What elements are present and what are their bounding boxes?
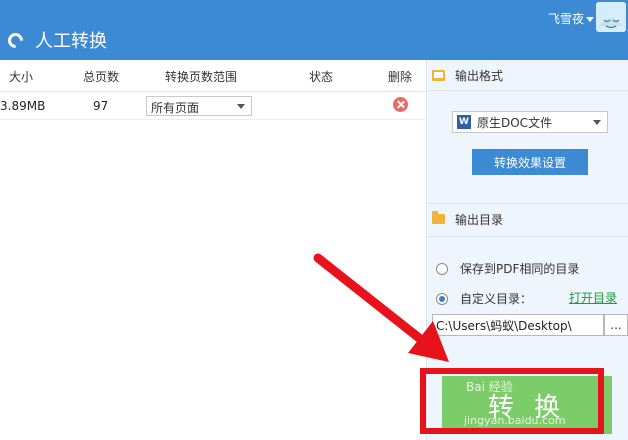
conversion-settings-button[interactable]: 转换效果设置: [472, 149, 588, 175]
browse-button[interactable]: ...: [604, 314, 628, 336]
file-size: 3.89MB: [0, 99, 46, 113]
refresh-icon[interactable]: [4, 29, 27, 51]
settings-panel: 输出格式 W 原生DOC文件 转换效果设置 输出目录 保存到PDF相同的目录 自…: [428, 60, 628, 440]
divider: [428, 90, 628, 91]
table-row[interactable]: 3.89MB 97 所有页面: [0, 92, 427, 120]
output-format-value: 原生DOC文件: [477, 115, 553, 130]
format-icon: [432, 69, 445, 81]
delete-icon[interactable]: [393, 97, 408, 112]
output-dir-title: 输出目录: [455, 212, 504, 227]
avatar-icon: [596, 2, 626, 32]
radio-button[interactable]: [436, 262, 448, 275]
file-table: 大小 总页数 转换页数范围 状态 删除 3.89MB 97 所有页面: [0, 60, 427, 440]
window-title: 人工转换: [4, 28, 107, 52]
column-size: 大小: [9, 70, 34, 84]
word-doc-icon: W: [457, 115, 471, 129]
user-name: 飞雪夜: [548, 12, 585, 26]
convert-button[interactable]: 转 换: [442, 376, 612, 434]
radio-custom-dir-label: 自定义目录：: [460, 292, 533, 306]
column-total-pages: 总页数: [83, 70, 120, 84]
page-range-value: 所有页面: [151, 101, 200, 115]
folder-icon: [432, 211, 445, 224]
output-format-select[interactable]: W 原生DOC文件: [452, 111, 608, 133]
chevron-down-icon: [237, 104, 245, 109]
output-path-input[interactable]: [432, 314, 604, 336]
radio-same-dir-label: 保存到PDF相同的目录: [460, 262, 580, 276]
radio-button[interactable]: [436, 292, 448, 305]
radio-custom-dir[interactable]: 自定义目录：: [436, 290, 532, 307]
column-delete: 删除: [388, 70, 413, 84]
chevron-down-icon: [586, 17, 595, 22]
user-menu[interactable]: 飞雪夜: [548, 10, 595, 27]
table-header: 大小 总页数 转换页数范围 状态 删除: [0, 60, 427, 92]
divider: [428, 236, 628, 237]
output-format-header: 输出格式: [428, 60, 628, 90]
window-title-text: 人工转换: [35, 31, 107, 52]
output-format-title: 输出格式: [455, 68, 504, 83]
open-directory-link[interactable]: 打开目录: [569, 289, 617, 306]
avatar[interactable]: [596, 2, 626, 32]
chevron-down-icon: [593, 120, 601, 125]
page-range-select[interactable]: 所有页面: [146, 96, 252, 116]
radio-same-dir[interactable]: 保存到PDF相同的目录: [436, 260, 579, 277]
column-status: 状态: [309, 70, 334, 84]
column-page-range: 转换页数范围: [165, 70, 238, 84]
title-bar: 人工转换 飞雪夜: [0, 0, 628, 60]
output-dir-header: 输出目录: [428, 204, 628, 234]
file-pages: 97: [93, 99, 109, 113]
